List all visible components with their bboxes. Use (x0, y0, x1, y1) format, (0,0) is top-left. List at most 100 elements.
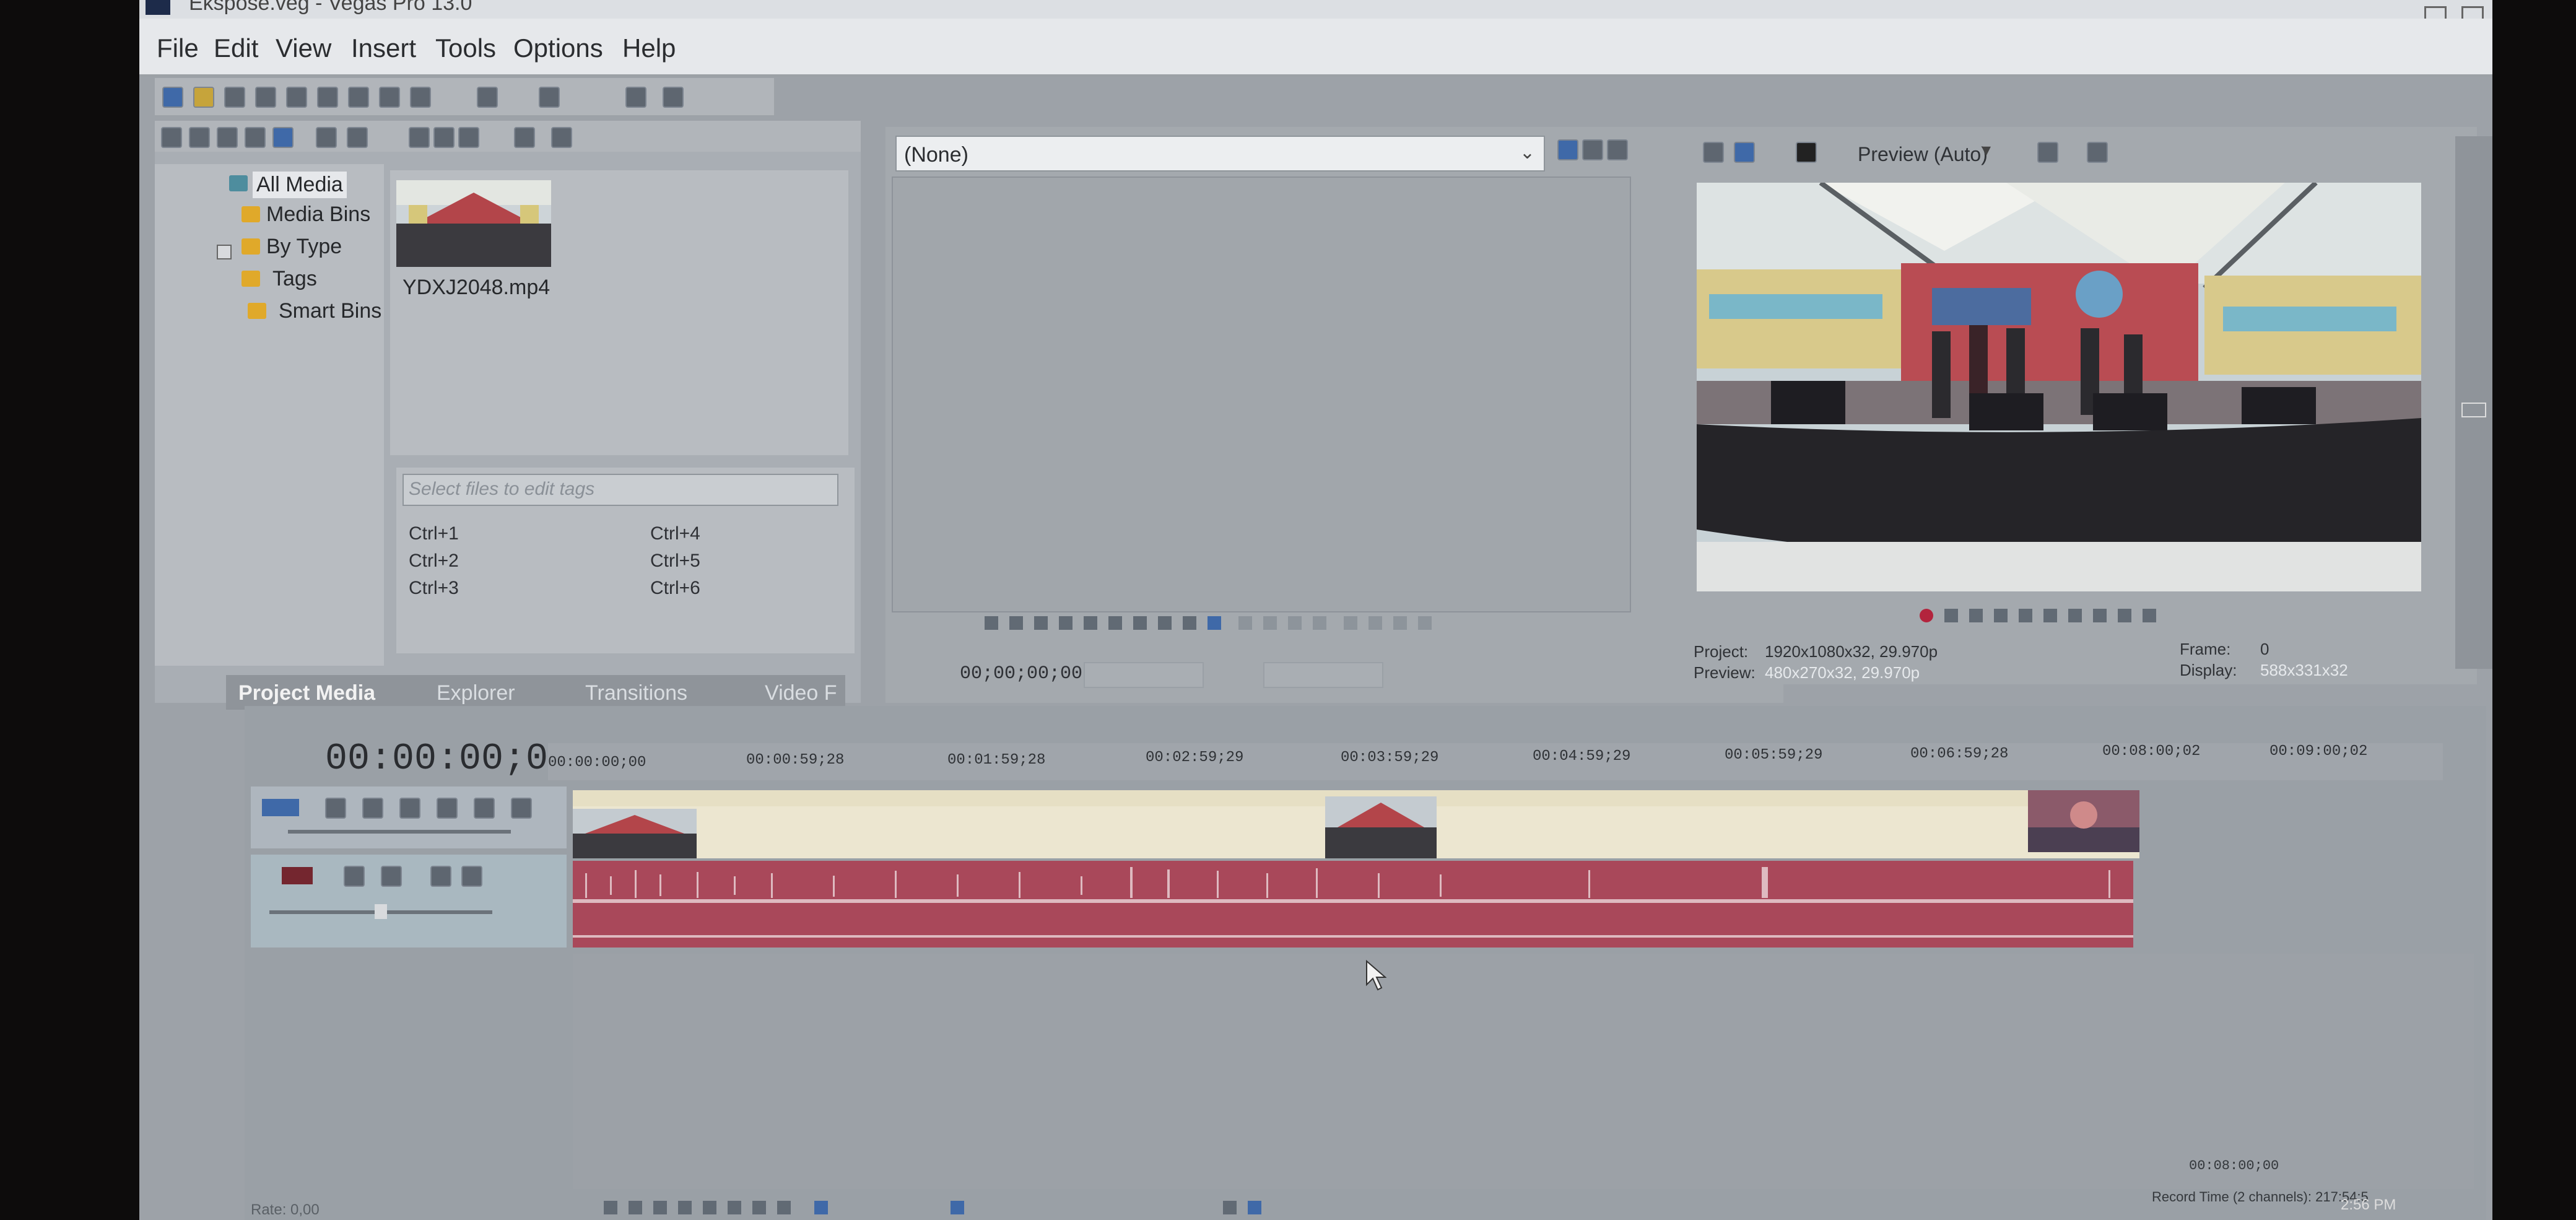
media-fx-icon[interactable] (272, 127, 294, 148)
tree-smart-bins[interactable]: Smart Bins (279, 299, 381, 323)
play-icon[interactable] (678, 1201, 692, 1214)
set-out-icon[interactable] (1368, 616, 1382, 630)
go-end-icon[interactable] (1133, 616, 1147, 630)
open-icon[interactable] (193, 87, 214, 108)
cut-icon[interactable] (348, 87, 369, 108)
trimmer-display[interactable] (892, 176, 1631, 612)
search-icon[interactable] (551, 127, 572, 148)
trimmer-in-field[interactable] (1084, 662, 1204, 688)
trimmer-dropdown[interactable]: (None) ⌄ (895, 136, 1545, 172)
play-from-start-icon[interactable] (1009, 616, 1023, 630)
tab-transitions[interactable]: Transitions (585, 681, 687, 705)
copy-icon[interactable] (379, 87, 400, 108)
play-from-start-icon[interactable] (1969, 609, 1983, 622)
save-as-icon[interactable] (255, 87, 276, 108)
tree-all-media[interactable]: All Media (253, 172, 347, 198)
copy-snapshot-icon[interactable] (2087, 142, 2108, 163)
menu-insert[interactable]: Insert (351, 33, 416, 63)
lock-envelopes-icon[interactable] (1223, 1201, 1237, 1214)
help-icon[interactable] (663, 87, 684, 108)
tag-shortcut-3[interactable]: Ctrl+3 (409, 578, 459, 599)
mute-icon[interactable] (474, 798, 495, 819)
tab-explorer[interactable]: Explorer (437, 681, 515, 705)
split-screen-icon[interactable] (1796, 142, 1817, 163)
tab-video-fx[interactable]: Video F (765, 681, 837, 705)
go-start-icon[interactable] (2068, 609, 2082, 622)
tree-by-type[interactable]: By Type (266, 235, 342, 259)
track-fx-icon[interactable] (381, 866, 402, 887)
media-thumbnail[interactable] (396, 180, 551, 267)
overlays-icon[interactable] (2037, 142, 2058, 163)
play-icon[interactable] (409, 127, 430, 148)
external-monitor-icon[interactable] (1734, 142, 1755, 163)
menu-view[interactable]: View (276, 33, 331, 63)
sync-icon[interactable] (1208, 616, 1221, 630)
new-project-icon[interactable] (162, 87, 183, 108)
enable-snapping-icon[interactable] (625, 87, 646, 108)
track-fx-icon[interactable] (399, 798, 420, 819)
redo-icon[interactable] (539, 87, 560, 108)
overwrite-icon[interactable] (1288, 616, 1302, 630)
properties-icon[interactable] (317, 87, 338, 108)
import-media-icon[interactable] (161, 127, 182, 148)
pause-icon[interactable] (2019, 609, 2032, 622)
add-to-timeline-icon[interactable] (1238, 616, 1252, 630)
tree-tags[interactable]: Tags (272, 267, 317, 291)
marker-icon[interactable] (1393, 616, 1407, 630)
fit-icon[interactable] (1313, 616, 1326, 630)
undo-icon[interactable] (477, 87, 498, 108)
set-in-icon[interactable] (1344, 616, 1357, 630)
remove-unused-icon[interactable] (245, 127, 266, 148)
next-frame-icon[interactable] (2143, 609, 2156, 622)
tab-project-media[interactable]: Project Media (238, 681, 375, 705)
solo-icon[interactable] (461, 866, 482, 887)
capture-video-icon[interactable] (189, 127, 210, 148)
menu-help[interactable]: Help (622, 33, 676, 63)
audio-track-lane[interactable] (573, 861, 2133, 948)
trimmer-out-field[interactable] (1263, 662, 1383, 688)
normal-edit-tool-icon[interactable] (814, 1201, 828, 1214)
bypass-motion-blur-icon[interactable] (325, 798, 346, 819)
menu-tools[interactable]: Tools (435, 33, 496, 63)
tag-shortcut-1[interactable]: Ctrl+1 (409, 523, 459, 544)
next-frame-icon[interactable] (1183, 616, 1196, 630)
trimmer-pin-icon[interactable] (1582, 139, 1603, 160)
solo-icon[interactable] (511, 798, 532, 819)
go-end-icon[interactable] (2093, 609, 2107, 622)
tree-media-bins[interactable]: Media Bins (266, 203, 370, 227)
record-icon[interactable] (1920, 609, 1933, 622)
time-ruler[interactable]: 00:00:00;00 00:00:59;28 00:01:59;28 00:0… (548, 743, 2443, 780)
tag-shortcut-4[interactable]: Ctrl+4 (650, 523, 700, 544)
insert-icon[interactable] (1263, 616, 1277, 630)
trimmer-close-icon[interactable] (1607, 139, 1628, 160)
play-icon[interactable] (1034, 616, 1048, 630)
loop-icon[interactable] (985, 616, 998, 630)
prev-frame-icon[interactable] (2118, 609, 2131, 622)
timeline-empty-area[interactable] (573, 954, 2474, 1189)
region-icon[interactable] (1418, 616, 1432, 630)
composite-mode-icon[interactable] (437, 798, 458, 819)
go-end-icon[interactable] (777, 1201, 791, 1214)
stop-icon[interactable] (728, 1201, 741, 1214)
menu-edit[interactable]: Edit (214, 33, 258, 63)
mute-icon[interactable] (430, 866, 451, 887)
play-from-start-icon[interactable] (653, 1201, 667, 1214)
meter-options-icon[interactable] (2461, 403, 2486, 417)
snapping-icon[interactable] (1248, 1201, 1261, 1214)
loop-icon[interactable] (629, 1201, 642, 1214)
tag-shortcut-2[interactable]: Ctrl+2 (409, 551, 459, 572)
record-icon[interactable] (604, 1201, 617, 1214)
go-start-icon[interactable] (1108, 616, 1122, 630)
save-icon[interactable] (224, 87, 245, 108)
volume-slider-handle[interactable] (375, 904, 387, 919)
stop-icon[interactable] (433, 127, 455, 148)
pause-icon[interactable] (703, 1201, 716, 1214)
tag-shortcut-5[interactable]: Ctrl+5 (650, 551, 700, 572)
video-track-lane[interactable] (573, 790, 2139, 858)
menu-file[interactable]: File (157, 33, 199, 63)
remove-icon[interactable] (316, 127, 337, 148)
expand-toggle[interactable] (217, 245, 232, 259)
trimmer-option-icon[interactable] (1557, 139, 1578, 160)
loop-icon[interactable] (1944, 609, 1958, 622)
play-icon[interactable] (1994, 609, 2008, 622)
